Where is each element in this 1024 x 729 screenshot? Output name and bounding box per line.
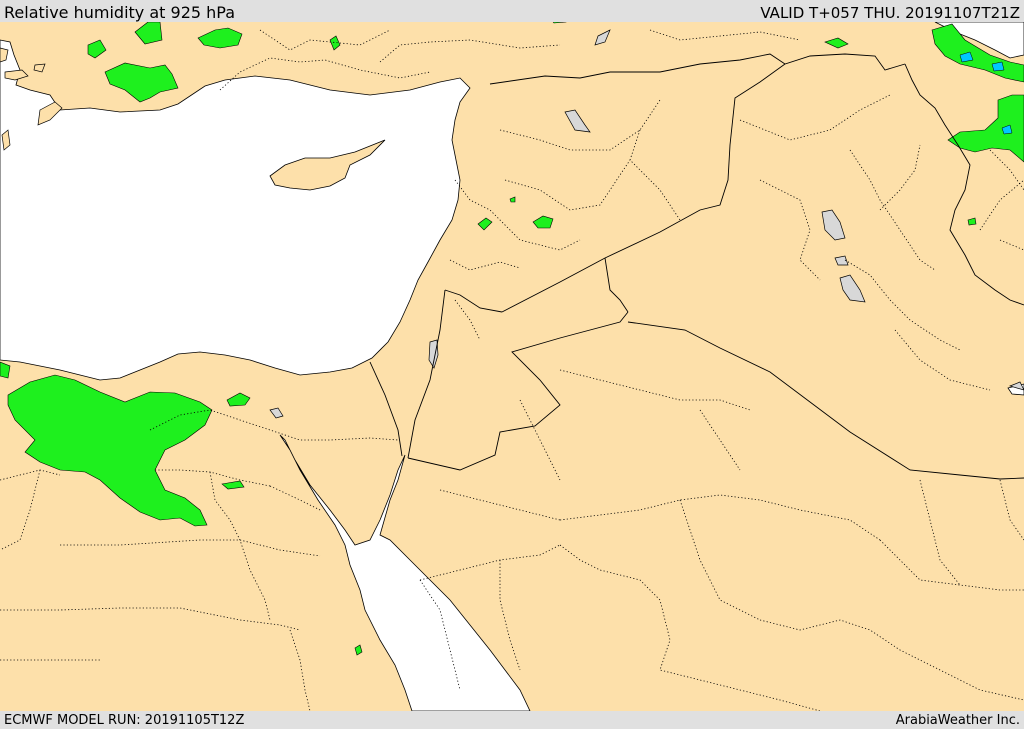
map-title: Relative humidity at 925 hPa [4, 3, 236, 22]
model-run: ECMWF MODEL RUN: 20191105T12Z [4, 713, 245, 728]
valid-time: VALID T+057 THU. 20191107T21Z [760, 4, 1020, 22]
weather-map [0, 22, 1024, 711]
credit-label: ArabiaWeather Inc. [895, 713, 1020, 728]
